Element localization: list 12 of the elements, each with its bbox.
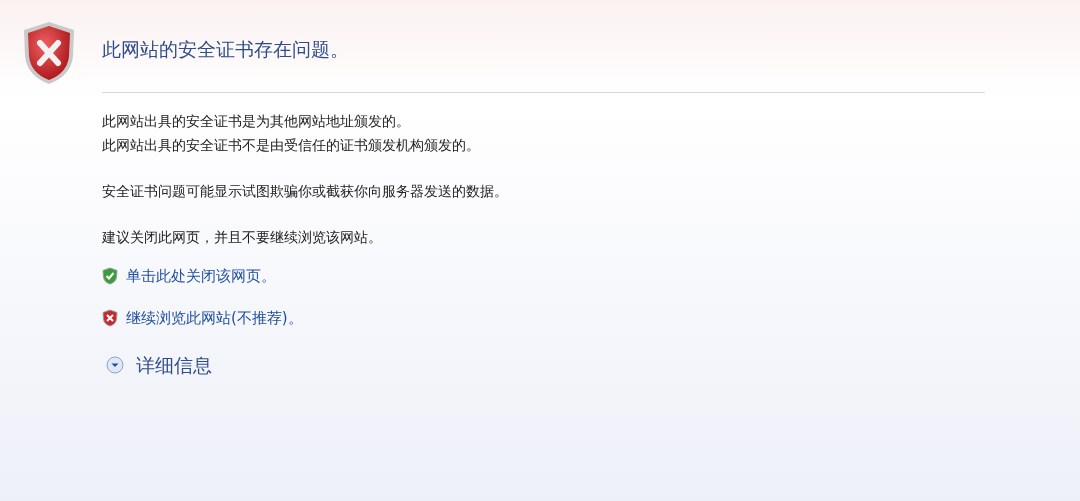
body-text: 安全证书问题可能显示试图欺骗你或截获你向服务器发送的数据。	[102, 182, 509, 201]
link[interactable]: 继续浏览此网站(不推荐)。	[126, 307, 303, 329]
chevron-circle-icon	[106, 356, 124, 375]
shield-check-icon	[102, 267, 118, 285]
page-title: 此网站的安全证书存在问题。	[102, 37, 350, 62]
shield-x-icon	[102, 309, 118, 327]
link[interactable]: 单击此处关闭该网页。	[126, 265, 276, 287]
shield-error-icon	[22, 20, 76, 86]
body-text: 建议关闭此网页，并且不要继续浏览该网站。	[102, 228, 383, 247]
details-toggle[interactable]: 详细信息	[106, 351, 212, 380]
body-text: 此网站出具的安全证书不是由受信任的证书颁发机构颁发的。	[102, 136, 481, 155]
body-text: 此网站出具的安全证书是为其他网站地址颁发的。	[102, 112, 411, 131]
